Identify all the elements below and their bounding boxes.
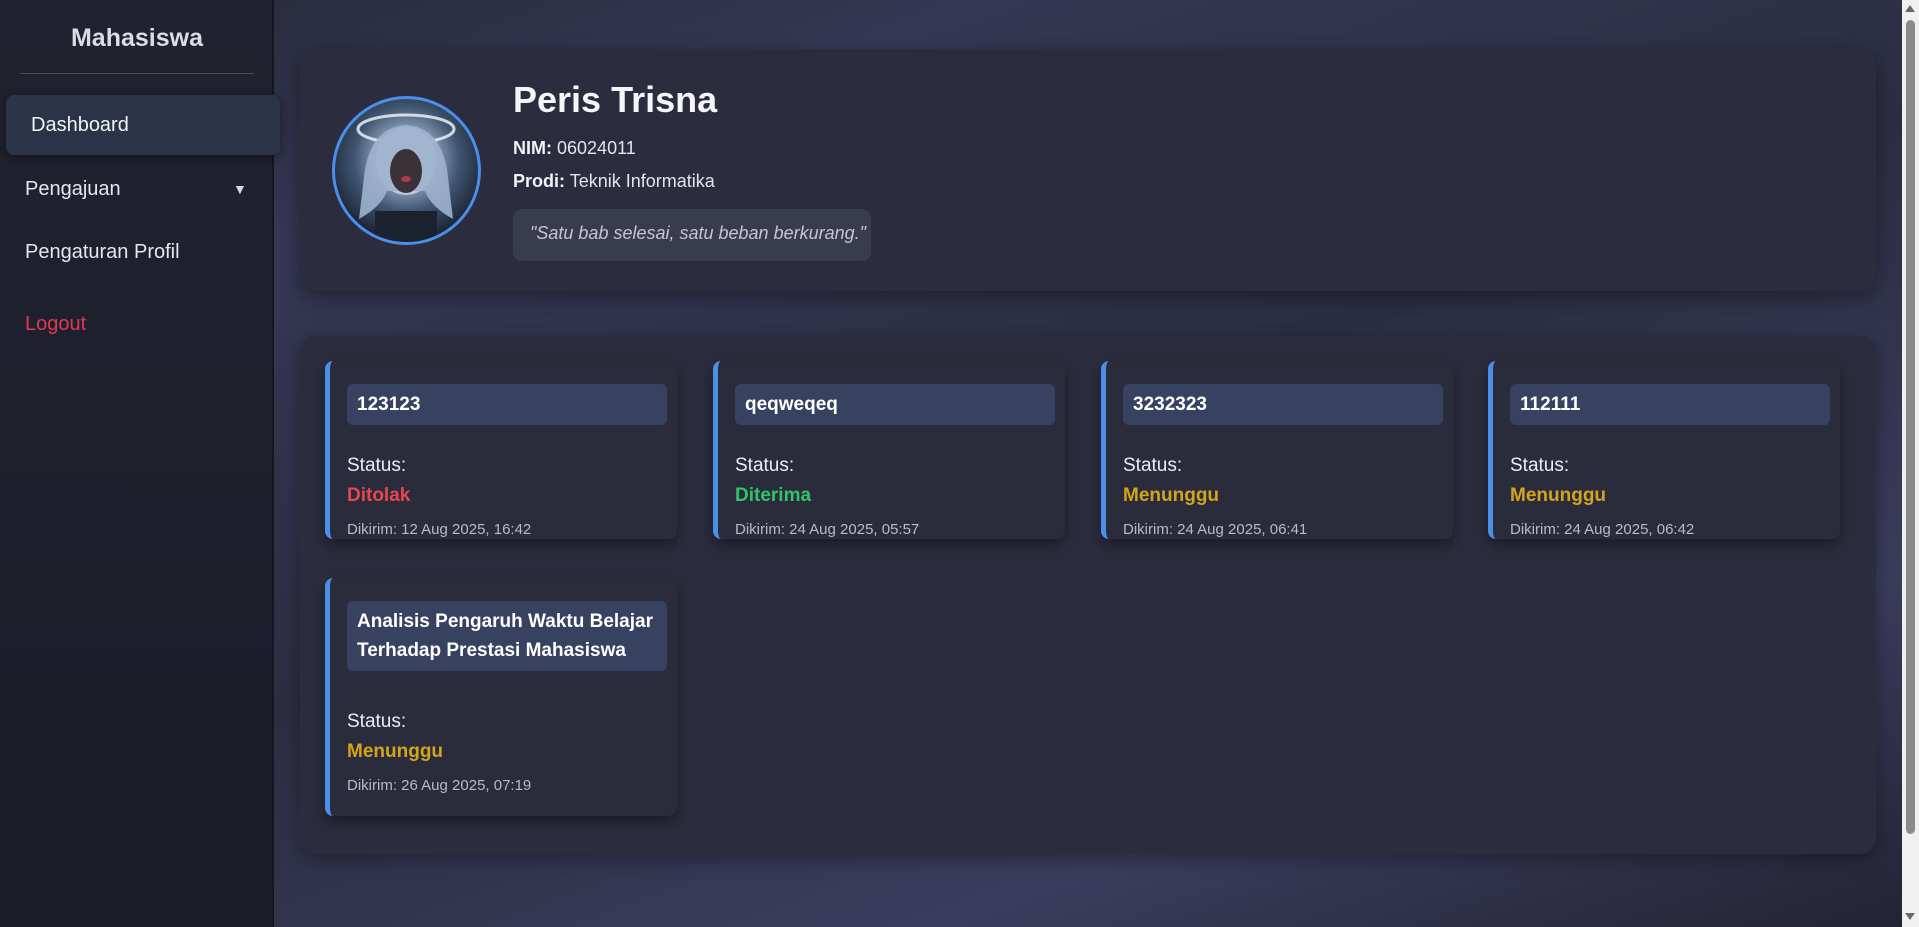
submission-card[interactable]: 3232323 Status: Menunggu Dikirim: 24 Aug… [1101, 361, 1453, 539]
submission-title: 3232323 [1123, 384, 1443, 425]
submission-title: Analisis Pengaruh Waktu Belajar Terhadap… [347, 601, 667, 671]
sidebar-title: Mahasiswa [70, 24, 203, 52]
submission-date: Dikirim: 24 Aug 2025, 06:41 [1123, 521, 1308, 538]
submission-status-label: Status: [735, 455, 795, 476]
profile-card: Peris Trisna NIM: 06024011 Prodi: Teknik… [300, 49, 1876, 291]
submission-date: Dikirim: 26 Aug 2025, 07:19 [347, 777, 532, 794]
sidebar-item-logout[interactable]: Logout [25, 313, 86, 336]
chevron-down-icon[interactable]: ▼ [233, 181, 247, 197]
submission-title: 112111 [1510, 384, 1830, 425]
scroll-down-arrow-icon[interactable] [1905, 913, 1915, 920]
submission-status: Menunggu [347, 741, 444, 762]
submission-status-label: Status: [1123, 455, 1183, 476]
submission-date: Dikirim: 12 Aug 2025, 16:42 [347, 521, 532, 538]
profile-prodi: Prodi: Teknik Informatika [513, 171, 715, 192]
profile-quote: "Satu bab selesai, satu beban berkurang.… [513, 209, 871, 261]
submission-status: Menunggu [1510, 485, 1607, 506]
nim-label: NIM: [513, 138, 552, 158]
submission-status: Menunggu [1123, 485, 1220, 506]
submissions-panel: 123123 Status: Ditolak Dikirim: 12 Aug 2… [300, 336, 1876, 854]
submission-date: Dikirim: 24 Aug 2025, 05:57 [735, 521, 920, 538]
nim-value: 06024011 [557, 138, 636, 158]
submission-status-label: Status: [1510, 455, 1570, 476]
scrollbar-thumb[interactable] [1906, 20, 1915, 834]
submission-status-label: Status: [347, 711, 407, 732]
avatar [332, 96, 481, 245]
sidebar-item-dashboard[interactable]: Dashboard [6, 95, 280, 155]
avatar-image [356, 113, 456, 242]
sidebar-item-pengaturan-profil[interactable]: Pengaturan Profil [25, 241, 180, 264]
submission-date: Dikirim: 24 Aug 2025, 06:42 [1510, 521, 1695, 538]
prodi-value: Teknik Informatika [569, 171, 715, 191]
submission-card[interactable]: qeqweqeq Status: Diterima Dikirim: 24 Au… [713, 361, 1065, 539]
profile-name: Peris Trisna [513, 79, 718, 120]
submission-card[interactable]: Analisis Pengaruh Waktu Belajar Terhadap… [325, 578, 677, 816]
scrollbar[interactable] [1902, 0, 1919, 927]
sidebar: Mahasiswa Dashboard Pengajuan ▼ Pengatur… [0, 0, 280, 927]
prodi-label: Prodi: [513, 171, 565, 191]
submission-card[interactable]: 123123 Status: Ditolak Dikirim: 12 Aug 2… [325, 361, 677, 539]
submission-status-label: Status: [347, 455, 407, 476]
scroll-up-arrow-icon[interactable] [1905, 5, 1915, 12]
sidebar-item-pengajuan[interactable]: Pengajuan [25, 178, 121, 201]
submission-title: 123123 [347, 384, 667, 425]
profile-nim: NIM: 06024011 [513, 138, 636, 159]
sidebar-divider [20, 73, 254, 74]
submission-title: qeqweqeq [735, 384, 1055, 425]
submission-status: Ditolak [347, 485, 411, 506]
submission-card[interactable]: 112111 Status: Menunggu Dikirim: 24 Aug … [1488, 361, 1840, 539]
submission-status: Diterima [735, 485, 812, 506]
